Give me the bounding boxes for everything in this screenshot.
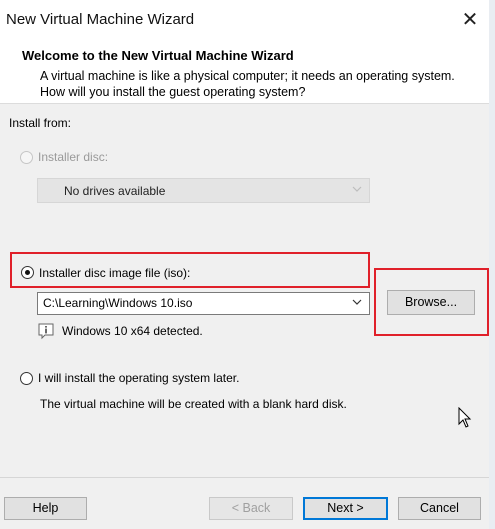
chevron-down-icon[interactable] — [351, 296, 363, 311]
window-title: New Virtual Machine Wizard — [6, 11, 195, 28]
info-icon — [38, 323, 54, 340]
header-title: Welcome to the New Virtual Machine Wizar… — [22, 48, 294, 63]
wizard-header: Welcome to the New Virtual Machine Wizar… — [0, 40, 489, 104]
iso-path-value: C:\Learning\Windows 10.iso — [43, 296, 193, 310]
header-description: A virtual machine is like a physical com… — [40, 69, 455, 99]
install-from-label: Install from: — [9, 116, 72, 130]
help-button[interactable]: Help — [4, 497, 87, 520]
installer-disc-radio[interactable] — [20, 151, 33, 164]
installer-disc-dropdown-value: No drives available — [64, 184, 166, 198]
cancel-button[interactable]: Cancel — [398, 497, 481, 520]
title-bar: New Virtual Machine Wizard ✕ — [0, 0, 489, 40]
iso-path-combobox[interactable]: C:\Learning\Windows 10.iso — [37, 292, 370, 315]
back-button[interactable]: < Back — [209, 497, 293, 520]
iso-file-radio[interactable] — [21, 266, 34, 279]
browse-button[interactable]: Browse... — [387, 290, 475, 315]
close-icon[interactable]: ✕ — [452, 6, 488, 34]
install-later-description: The virtual machine will be created with… — [40, 397, 347, 411]
install-later-label: I will install the operating system late… — [38, 371, 240, 385]
installer-disc-dropdown[interactable]: No drives available — [37, 178, 370, 203]
iso-detected-text: Windows 10 x64 detected. — [62, 324, 203, 338]
iso-file-label: Installer disc image file (iso): — [39, 266, 191, 280]
background-window-edge — [489, 0, 495, 529]
footer-separator — [0, 477, 489, 478]
installer-disc-label: Installer disc: — [38, 150, 109, 164]
next-button[interactable]: Next > — [303, 497, 388, 520]
chevron-down-icon — [351, 183, 363, 198]
mouse-cursor-icon — [458, 406, 472, 432]
install-later-radio[interactable] — [20, 372, 33, 385]
